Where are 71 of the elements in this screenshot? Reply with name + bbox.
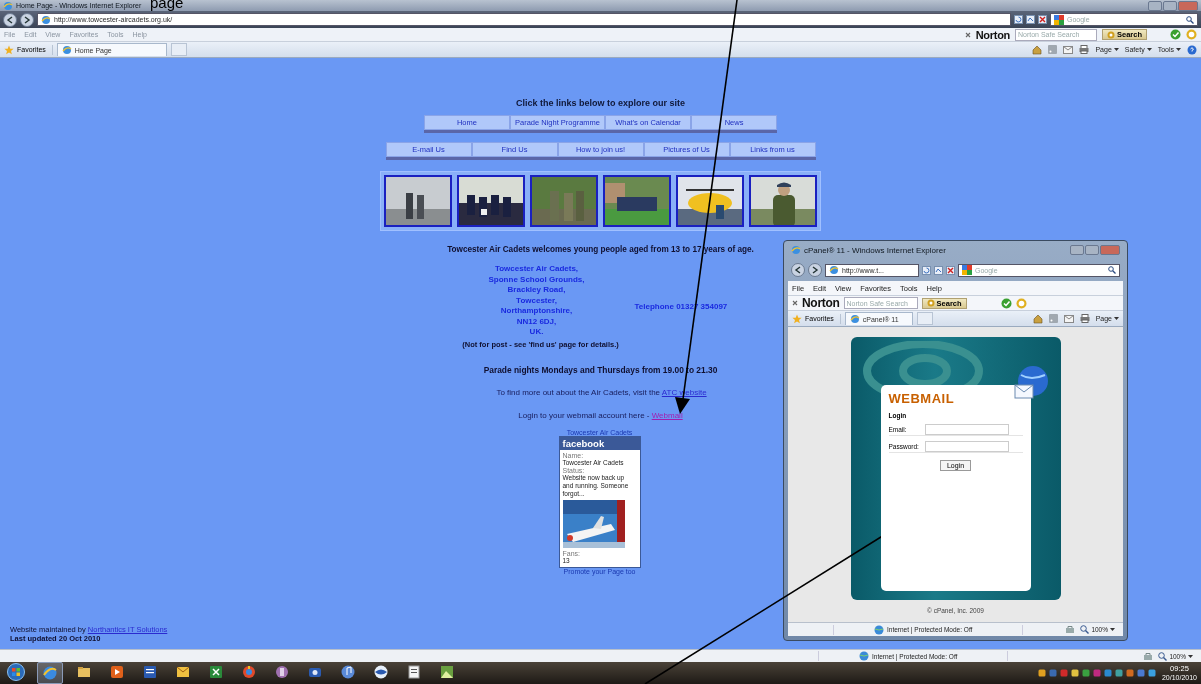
forward-button[interactable]: [20, 12, 34, 27]
star-icon: [4, 44, 14, 55]
password-field[interactable]: [924, 441, 1009, 452]
norton-logo: Norton: [802, 296, 840, 310]
play-icon[interactable]: [108, 663, 126, 681]
email-field[interactable]: [924, 424, 1009, 435]
mail-icon[interactable]: [1063, 45, 1074, 54]
facebook-logo: facebook: [559, 436, 640, 450]
print-icon[interactable]: [1079, 45, 1090, 54]
star-icon: [792, 313, 802, 324]
close-icon[interactable]: [792, 300, 798, 306]
globe-icon[interactable]: [240, 663, 258, 681]
browser-icon: [849, 314, 860, 324]
back-button[interactable]: [3, 12, 17, 27]
refresh-icon[interactable]: [1014, 15, 1023, 24]
protected-mode-icon[interactable]: [1143, 651, 1154, 661]
browser-icon: [61, 45, 72, 55]
caret-icon: [1146, 48, 1152, 51]
home-icon[interactable]: [1032, 313, 1043, 324]
notepad-icon[interactable]: [405, 663, 423, 681]
forward-button[interactable]: [808, 263, 822, 277]
browser-icon: [829, 265, 839, 275]
zoom-icon: [1080, 625, 1090, 634]
checkmark-icon[interactable]: [1000, 297, 1012, 309]
browser-icon[interactable]: [372, 663, 390, 681]
close-icon[interactable]: [964, 31, 971, 38]
maximize-button[interactable]: [1163, 0, 1177, 11]
google-icon: [1054, 14, 1064, 25]
welcome-text: Towcester Air Cadets welcomes young people aged from 13 to 17 years of age.: [447, 245, 754, 254]
stop-icon[interactable]: [946, 265, 955, 275]
section-heading: Click the links below to explore our site: [515, 98, 685, 108]
minimize-button[interactable]: [1148, 0, 1162, 11]
compatibility-icon[interactable]: [1026, 15, 1035, 24]
caret-icon: [1114, 317, 1119, 320]
protected-mode-icon[interactable]: [1065, 625, 1076, 634]
caret-icon: [1188, 654, 1193, 658]
webmail-logo: WEBMAIL: [888, 391, 956, 406]
tool-icon[interactable]: [273, 663, 291, 681]
search-icon: [1106, 30, 1115, 39]
checkmark-icon[interactable]: [1170, 29, 1181, 40]
search-icon[interactable]: [1186, 15, 1194, 24]
start-button[interactable]: [7, 663, 25, 681]
annotation-caption: page: [150, 0, 184, 10]
help-icon[interactable]: [1187, 44, 1197, 55]
browser-icon: [41, 14, 51, 25]
document-icon[interactable]: [141, 663, 159, 681]
postal-address: Towcester Air Cadets, Sponne School Grounds, Brackley Road, Towcester, Northamptonshire, NN12 6DJ, UK.: [487, 264, 586, 338]
caret-icon: [1176, 48, 1181, 51]
caret-icon: [1110, 628, 1115, 631]
image-icon[interactable]: [438, 663, 456, 681]
globe-icon: [874, 624, 884, 635]
print-icon[interactable]: [1079, 314, 1090, 323]
back-button[interactable]: [791, 263, 805, 277]
home-icon[interactable]: [1032, 44, 1043, 55]
caret-icon: [1113, 48, 1119, 51]
globe-icon: [859, 651, 869, 661]
search-icon: [926, 299, 935, 307]
music-note-icon[interactable]: [339, 663, 357, 681]
browser-icon: [3, 0, 13, 11]
stop-icon[interactable]: [1038, 15, 1047, 24]
webmail-text: Login to your webmail account here - Webmail: [518, 410, 683, 420]
zoom-icon: [1158, 651, 1168, 661]
compatibility-icon[interactable]: [934, 265, 943, 275]
norton-logo: Norton: [975, 28, 1010, 41]
window-title: cPanel® 11 - Windows Internet Explorer: [804, 245, 946, 255]
search-icon[interactable]: [1108, 266, 1116, 274]
google-icon: [962, 265, 972, 275]
mail-icon[interactable]: [1063, 314, 1074, 323]
browser-icon: [791, 245, 801, 255]
refresh-icon[interactable]: [922, 265, 931, 275]
spreadsheet-icon[interactable]: [207, 663, 225, 681]
